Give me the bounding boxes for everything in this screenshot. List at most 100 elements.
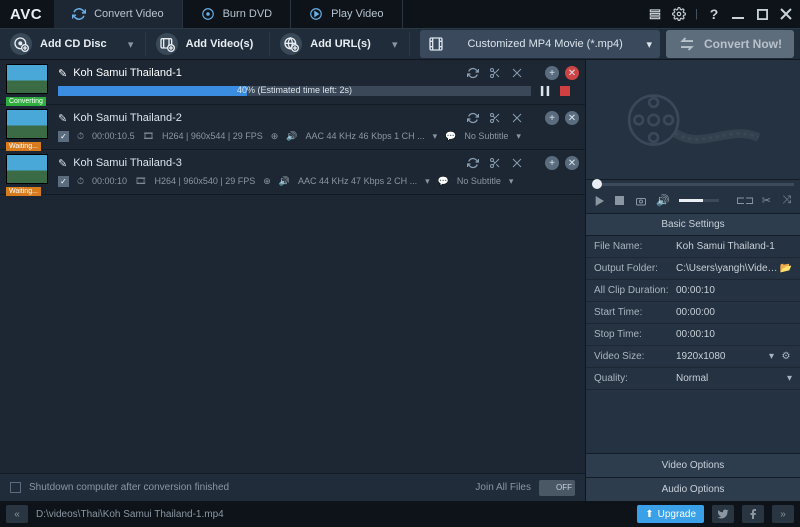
file-row[interactable]: Waiting... ✎ Koh Samui Thailand-3	[0, 150, 585, 195]
globe-plus-icon	[280, 33, 302, 55]
refresh-icon[interactable]	[467, 112, 479, 124]
checkbox[interactable]: ✓	[58, 176, 69, 187]
scissors-icon[interactable]	[489, 157, 501, 169]
app-logo: AVC	[10, 6, 42, 23]
folder-open-icon[interactable]: 📂	[780, 263, 792, 275]
next-button[interactable]: »	[772, 505, 794, 523]
twitter-icon[interactable]	[712, 505, 734, 523]
file-title: Koh Samui Thailand-1	[73, 67, 182, 79]
video-size-select[interactable]: 1920x1080	[676, 351, 763, 362]
audio-options-accordion[interactable]: Audio Options	[586, 477, 800, 501]
seek-slider[interactable]	[592, 183, 794, 186]
prev-button[interactable]: «	[6, 505, 28, 523]
add-urls-dropdown[interactable]: ▾	[387, 31, 403, 57]
setting-output-folder: Output Folder: C:\Users\yangh\Videos... …	[586, 258, 800, 280]
tab-convert-video[interactable]: Convert Video	[54, 0, 183, 28]
scissors-icon[interactable]: ✂	[761, 195, 771, 207]
edit-icon[interactable]: ✎	[58, 67, 67, 80]
volume-slider[interactable]	[679, 199, 719, 202]
link-icon[interactable]: ⊏⊐	[739, 195, 751, 207]
snapshot-icon[interactable]	[635, 195, 647, 207]
remove-button[interactable]: ✕	[565, 111, 579, 125]
crosshair-icon: ⊕	[271, 131, 279, 142]
clock-icon: ⏱	[77, 131, 84, 142]
film-plus-icon	[156, 33, 178, 55]
convert-now-button[interactable]: Convert Now!	[666, 30, 794, 58]
speaker-icon[interactable]: 🔊	[286, 131, 297, 142]
chevron-down-icon[interactable]: ▾	[509, 176, 514, 187]
remove-button[interactable]: ✕	[565, 156, 579, 170]
volume-icon[interactable]: 🔊	[657, 195, 669, 207]
filename-field[interactable]: Koh Samui Thailand-1	[676, 241, 792, 252]
file-row[interactable]: Converting ✎ Koh Samui Thailand-1	[0, 60, 585, 105]
quality-select[interactable]: Normal	[676, 373, 787, 384]
video-spec: H264 | 960x540 | 29 FPS	[155, 176, 256, 186]
upgrade-button[interactable]: ⬆ Upgrade	[637, 505, 704, 523]
add-cd-dropdown[interactable]: ▾	[123, 31, 139, 57]
chevron-down-icon[interactable]: ▾	[425, 176, 430, 187]
facebook-icon[interactable]	[742, 505, 764, 523]
edit-icon[interactable]: ✎	[58, 157, 67, 170]
video-options-accordion[interactable]: Video Options	[586, 453, 800, 477]
help-icon[interactable]: ?	[706, 6, 722, 22]
scissors-icon[interactable]	[489, 112, 501, 124]
refresh-icon[interactable]	[467, 157, 479, 169]
remove-button[interactable]: ✕	[565, 66, 579, 80]
speaker-icon[interactable]: 🔊	[279, 176, 290, 187]
thumbnail: Waiting...	[6, 154, 48, 192]
stop-time-field[interactable]: 00:00:10	[676, 329, 792, 340]
tab-burn-dvd[interactable]: Burn DVD	[183, 0, 292, 28]
close-icon[interactable]	[778, 6, 794, 22]
add-videos-label: Add Video(s)	[186, 38, 254, 50]
subtitle-value: No Subtitle	[464, 131, 508, 141]
add-segment-button[interactable]: +	[545, 66, 559, 80]
chevron-down-icon[interactable]: ▾	[516, 131, 521, 142]
play-icon[interactable]	[594, 195, 604, 207]
maximize-icon[interactable]	[754, 6, 770, 22]
menu-icon[interactable]	[647, 6, 663, 22]
progress-bar: 40% (Estimated time left: 2s)	[58, 86, 531, 96]
file-title: Koh Samui Thailand-3	[73, 157, 182, 169]
chevron-down-icon[interactable]: ▾	[433, 131, 438, 142]
subtitle-icon[interactable]: 💬	[445, 131, 456, 142]
add-urls-button[interactable]: Add URL(s)	[276, 31, 381, 57]
add-segment-button[interactable]: +	[545, 111, 559, 125]
checkbox[interactable]: ✓	[58, 131, 69, 142]
refresh-icon[interactable]	[467, 67, 479, 79]
clock-icon: ⏱	[77, 176, 84, 187]
chevron-down-icon[interactable]: ▾	[787, 373, 792, 384]
shuffle-icon[interactable]: ⤨	[782, 195, 792, 207]
preview-pane	[586, 60, 800, 180]
refresh-icon	[72, 7, 86, 21]
shutdown-checkbox[interactable]	[10, 482, 21, 493]
stop-icon[interactable]	[614, 195, 624, 207]
pause-icon[interactable]	[539, 85, 551, 97]
progress-text: 40% (Estimated time left: 2s)	[237, 85, 352, 95]
join-files-toggle[interactable]: OFF	[539, 480, 575, 496]
subtitle-icon[interactable]: 💬	[438, 176, 449, 187]
minimize-icon[interactable]	[730, 6, 746, 22]
effects-icon[interactable]	[511, 157, 523, 169]
setting-stop-time: Stop Time: 00:00:10	[586, 324, 800, 346]
effects-icon[interactable]	[511, 112, 523, 124]
add-cd-disc-button[interactable]: Add CD Disc	[6, 31, 117, 57]
file-row[interactable]: Waiting... ✎ Koh Samui Thailand-2	[0, 105, 585, 150]
tab-play-video[interactable]: Play Video	[291, 0, 402, 28]
scissors-icon[interactable]	[489, 67, 501, 79]
chevron-down-icon[interactable]: ▾	[769, 351, 774, 362]
convert-arrows-icon	[678, 35, 696, 53]
settings-icon[interactable]	[671, 6, 687, 22]
status-badge: Waiting...	[6, 142, 41, 151]
stop-icon[interactable]	[559, 85, 571, 97]
add-videos-button[interactable]: Add Video(s)	[152, 31, 264, 57]
start-time-field[interactable]: 00:00:00	[676, 307, 792, 318]
edit-icon[interactable]: ✎	[58, 112, 67, 125]
setting-clip-duration: All Clip Duration: 00:00:10	[586, 280, 800, 302]
disc-plus-icon	[10, 33, 32, 55]
film-icon: 🎞	[143, 131, 154, 142]
output-profile-selector[interactable]: Customized MP4 Movie (*.mp4) ▾	[420, 30, 660, 58]
effects-icon[interactable]	[511, 67, 523, 79]
gear-icon[interactable]: ⚙	[780, 351, 792, 363]
add-segment-button[interactable]: +	[545, 156, 559, 170]
output-folder-field[interactable]: C:\Users\yangh\Videos...	[676, 263, 780, 274]
